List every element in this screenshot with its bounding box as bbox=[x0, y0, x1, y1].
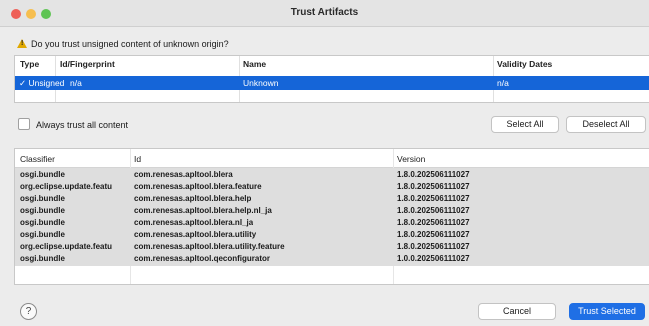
trust-table-row-selected[interactable]: ✓ Unsigned n/a Unknown n/a bbox=[15, 76, 649, 90]
always-trust-label: Always trust all content bbox=[36, 120, 129, 130]
classifier-cell: osgi.bundle bbox=[20, 170, 65, 179]
trust-table-header: Type Id/Fingerprint Name Validity Dates bbox=[15, 56, 649, 77]
trust-selected-button[interactable]: Trust Selected bbox=[569, 303, 645, 320]
artifacts-table[interactable]: Classifier Id Version osgi.bundle com.re… bbox=[14, 148, 649, 285]
title-bar: Trust Artifacts bbox=[0, 0, 649, 27]
column-header-fingerprint[interactable]: Id/Fingerprint bbox=[60, 59, 115, 69]
version-cell: 1.8.0.202506111027 bbox=[397, 242, 470, 251]
question-mark-circle-icon[interactable]: ? bbox=[20, 303, 37, 320]
version-cell: 1.8.0.202506111027 bbox=[397, 194, 470, 203]
table-row[interactable]: org.eclipse.update.featu com.renesas.apl… bbox=[15, 241, 649, 253]
deselect-all-button[interactable]: Deselect All bbox=[566, 116, 646, 133]
id-cell: com.renesas.apltool.blera.utility.featur… bbox=[134, 242, 285, 251]
version-cell: 1.8.0.202506111027 bbox=[397, 170, 470, 179]
version-cell: 1.8.0.202506111027 bbox=[397, 206, 470, 215]
table-row[interactable]: osgi.bundle com.renesas.apltool.blera.he… bbox=[15, 205, 649, 217]
id-cell: com.renesas.apltool.blera bbox=[134, 170, 233, 179]
fingerprint-cell: n/a bbox=[70, 78, 82, 88]
classifier-cell: osgi.bundle bbox=[20, 254, 65, 263]
version-cell: 1.0.0.202506111027 bbox=[397, 254, 470, 263]
version-cell: 1.8.0.202506111027 bbox=[397, 182, 470, 191]
table-row[interactable]: osgi.bundle com.renesas.apltool.blera.nl… bbox=[15, 217, 649, 229]
classifier-cell: org.eclipse.update.featu bbox=[20, 182, 113, 191]
column-header-id[interactable]: Id bbox=[134, 154, 141, 164]
validity-cell: n/a bbox=[497, 78, 509, 88]
id-cell: com.renesas.apltool.qeconfigurator bbox=[134, 254, 271, 263]
id-cell: com.renesas.apltool.blera.feature bbox=[134, 182, 262, 191]
id-cell: com.renesas.apltool.blera.help bbox=[134, 194, 252, 203]
table-row[interactable]: org.eclipse.update.featu com.renesas.apl… bbox=[15, 181, 649, 193]
column-header-version[interactable]: Version bbox=[397, 154, 425, 164]
warning-icon bbox=[17, 39, 27, 48]
name-cell: Unknown bbox=[243, 78, 279, 88]
version-cell: 1.8.0.202506111027 bbox=[397, 218, 470, 227]
id-cell: com.renesas.apltool.blera.utility bbox=[134, 230, 257, 239]
column-header-name[interactable]: Name bbox=[243, 59, 266, 69]
trust-prompt-text: Do you trust unsigned content of unknown… bbox=[31, 39, 229, 49]
window-title: Trust Artifacts bbox=[290, 7, 359, 18]
table-row[interactable]: osgi.bundle com.renesas.apltool.blera.he… bbox=[15, 193, 649, 205]
classifier-cell: org.eclipse.update.featu bbox=[20, 242, 113, 251]
id-cell: com.renesas.apltool.blera.nl_ja bbox=[134, 218, 254, 227]
column-header-validity[interactable]: Validity Dates bbox=[497, 59, 552, 69]
trust-prompt: Do you trust unsigned content of unknown… bbox=[17, 39, 229, 49]
always-trust-checkbox[interactable] bbox=[18, 118, 30, 130]
select-all-button[interactable]: Select All bbox=[491, 116, 559, 133]
artifacts-table-header: Classifier Id Version bbox=[15, 149, 649, 168]
table-row[interactable]: osgi.bundle com.renesas.apltool.blera.ut… bbox=[15, 229, 649, 241]
column-header-type[interactable]: Type bbox=[20, 59, 39, 69]
id-cell: com.renesas.apltool.blera.help.nl_ja bbox=[134, 206, 272, 215]
artifacts-table-body: osgi.bundle com.renesas.apltool.blera 1.… bbox=[15, 168, 649, 266]
table-row[interactable]: osgi.bundle com.renesas.apltool.qeconfig… bbox=[15, 253, 649, 265]
classifier-cell: osgi.bundle bbox=[20, 206, 65, 215]
unsigned-checkbox[interactable]: ✓ Unsigned bbox=[19, 78, 64, 89]
trust-table[interactable]: Type Id/Fingerprint Name Validity Dates … bbox=[14, 55, 649, 103]
version-cell: 1.8.0.202506111027 bbox=[397, 230, 470, 239]
table-row[interactable]: osgi.bundle com.renesas.apltool.blera 1.… bbox=[15, 169, 649, 181]
classifier-cell: osgi.bundle bbox=[20, 218, 65, 227]
classifier-cell: osgi.bundle bbox=[20, 230, 65, 239]
cancel-button[interactable]: Cancel bbox=[478, 303, 556, 320]
column-header-classifier[interactable]: Classifier bbox=[20, 154, 55, 164]
type-cell: Unsigned bbox=[28, 78, 65, 88]
always-trust-option[interactable]: Always trust all content bbox=[18, 118, 128, 130]
classifier-cell: osgi.bundle bbox=[20, 194, 65, 203]
